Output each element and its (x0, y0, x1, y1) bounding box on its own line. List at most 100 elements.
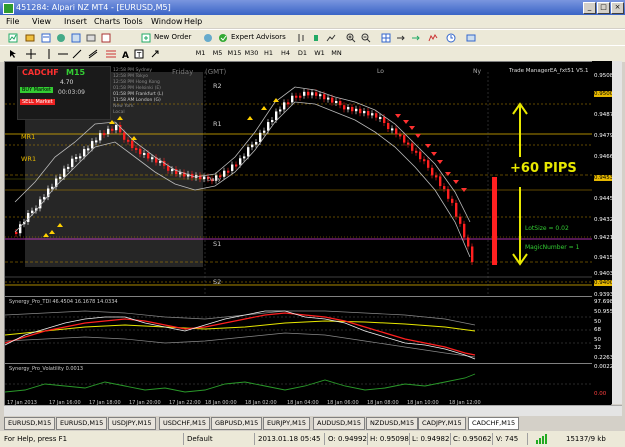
candle-body (143, 153, 146, 155)
line-chart-icon[interactable] (326, 33, 336, 43)
candle-body (319, 94, 322, 97)
new-order-button[interactable]: New Order (154, 32, 191, 43)
timeframe-h1[interactable]: H1 (261, 47, 276, 59)
chart-tab[interactable]: CADJPY,M15 (418, 417, 466, 430)
status-high: H: 0.95098 (370, 435, 409, 443)
timeframe-d1[interactable]: D1 (295, 47, 310, 59)
close-button[interactable]: × (611, 2, 624, 14)
history-center-icon[interactable] (203, 33, 213, 43)
candle-body (379, 117, 382, 119)
menu-view[interactable]: View (32, 17, 51, 26)
chart-tab[interactable]: AUDUSD,M15 (313, 417, 366, 430)
candle-chart-icon[interactable] (311, 33, 321, 43)
menu-help[interactable]: Help (184, 17, 202, 26)
tdi-tick: 32 (594, 345, 601, 351)
timeframe-m30[interactable]: M30 (244, 47, 259, 59)
channel-icon[interactable] (88, 49, 98, 59)
periods-icon[interactable] (446, 33, 456, 43)
timeframe-m15[interactable]: M15 (227, 47, 242, 59)
chart-tab[interactable]: USDJPY,M15 (108, 417, 156, 430)
candle-body (295, 95, 298, 98)
zoom-out-icon[interactable] (361, 33, 371, 43)
trendline-icon[interactable] (72, 49, 82, 59)
chart-shift-icon[interactable] (396, 33, 406, 43)
chart-tab[interactable]: NZDUSD,M15 (366, 417, 419, 430)
standard-toolbar: New Order Expert Advisors (0, 29, 625, 46)
terminal-icon[interactable] (86, 33, 96, 43)
horizontal-line-icon[interactable] (58, 49, 68, 59)
candle-body (363, 111, 366, 114)
sell-market-button[interactable]: SELL Market (20, 99, 55, 105)
vertical-line-icon[interactable] (44, 49, 54, 59)
svg-text:T: T (136, 51, 142, 59)
zoom-in-icon[interactable] (346, 33, 356, 43)
candle-body (315, 92, 318, 96)
timeframe-w1[interactable]: W1 (312, 47, 327, 59)
candle-body (67, 166, 70, 169)
tdi-label: Synergy_Pro_TDI 46.4504 16.1678 14.0334 (9, 299, 118, 305)
timeframe-m5[interactable]: M5 (210, 47, 225, 59)
candle-body (299, 95, 302, 98)
chart-tab-active[interactable]: CADCHF,M15 (468, 417, 520, 430)
autoscroll-icon[interactable] (411, 33, 421, 43)
chart-tab[interactable]: EURUSD,M15 (4, 417, 56, 430)
candle-body (331, 97, 334, 103)
chart-tab[interactable]: USDCHF,M15 (159, 417, 210, 430)
new-chart-icon[interactable] (8, 33, 18, 43)
status-datetime: 2013.01.18 05:45 (258, 435, 321, 443)
volatility-label: Synergy_Pro_Volatility 0.0013 (9, 366, 84, 372)
minimize-button[interactable]: _ (583, 2, 596, 14)
menu-insert[interactable]: Insert (64, 17, 87, 26)
tile-windows-icon[interactable] (381, 33, 391, 43)
candle-body (139, 148, 142, 155)
fibo-icon[interactable] (106, 49, 116, 59)
tester-icon[interactable] (101, 33, 111, 43)
menu-window[interactable]: Window (151, 17, 183, 26)
data-window-icon[interactable] (56, 33, 66, 43)
newyork-label: Ny (473, 68, 482, 75)
cursor-icon[interactable] (8, 49, 18, 59)
chart-tab[interactable]: GBPUSD,M15 (211, 417, 263, 430)
tdi-band-lower (5, 332, 476, 358)
maximize-button[interactable]: □ (597, 2, 610, 14)
profiles-icon[interactable] (25, 33, 35, 43)
candle-body (327, 97, 330, 100)
text-label-icon[interactable]: T (134, 49, 144, 59)
session-row: Local (113, 110, 125, 115)
chart-window[interactable]: CADCHF M15 4.70 BUY Market 00:03:09 SELL… (4, 61, 612, 406)
tdi-white-line (5, 310, 476, 360)
menu-file[interactable]: File (6, 17, 19, 26)
buy-market-button[interactable]: BUY Market (20, 87, 53, 93)
candle-body (459, 216, 462, 224)
timeframe-h4[interactable]: H4 (278, 47, 293, 59)
pips-text: +60 PIPS (510, 161, 577, 176)
candle-body (287, 102, 290, 105)
expert-advisors-button[interactable]: Expert Advisors (231, 32, 286, 43)
candle-body (99, 133, 102, 141)
horizontal-scrollbar[interactable] (4, 405, 622, 416)
crosshair-icon[interactable] (26, 49, 36, 59)
chart-tab[interactable]: EURJPY,M15 (263, 417, 310, 430)
candle-body (371, 113, 374, 116)
chart-tab[interactable]: EURUSD,M15 (56, 417, 108, 430)
text-icon[interactable]: A (121, 49, 131, 59)
vertical-scrollbar[interactable] (612, 61, 622, 404)
expert-advisors-icon[interactable] (218, 33, 228, 43)
candle-body (323, 94, 326, 100)
candle-body (443, 186, 446, 190)
new-order-icon[interactable] (141, 33, 151, 43)
arrows-icon[interactable] (150, 49, 160, 59)
candle-body (235, 164, 238, 167)
menu-tools[interactable]: Tools (123, 17, 143, 26)
navigator-icon[interactable] (71, 33, 81, 43)
candle-body (115, 125, 118, 131)
templates-icon[interactable] (466, 33, 476, 43)
timeframe-m1[interactable]: M1 (193, 47, 208, 59)
menu-charts[interactable]: Charts (94, 17, 120, 26)
indicators-icon[interactable] (428, 33, 438, 43)
session-clocks: 12:58 PM Sydney 12:58 PM Tokyo 12:58 PM … (113, 68, 173, 116)
candle-body (231, 164, 234, 171)
market-watch-icon[interactable] (41, 33, 51, 43)
bar-chart-icon[interactable] (296, 33, 306, 43)
timeframe-mn[interactable]: MN (329, 47, 344, 59)
